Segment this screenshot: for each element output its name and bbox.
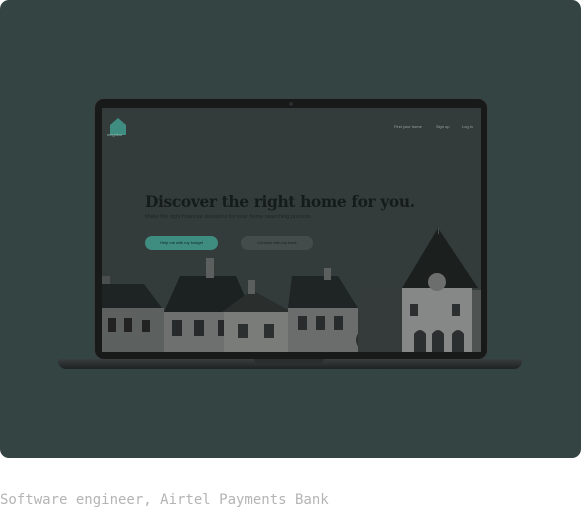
houses-illustration [102,228,481,352]
hero-subtitle: Make the right financial decisions for y… [145,214,312,220]
card-caption: Software engineer, Airtel Payments Bank [0,492,329,508]
nav-log-in[interactable]: Log in [462,124,473,129]
laptop-screen: neighbor Find your home Sign up Log in D… [102,108,481,352]
hero-title: Discover the right home for you. [145,192,415,211]
laptop-notch [254,359,324,363]
logo-text: neighbor [107,132,123,137]
nav-find-your-home[interactable]: Find your home [394,124,422,129]
project-card[interactable]: neighbor Find your home Sign up Log in D… [0,0,581,458]
nav-sign-up[interactable]: Sign up [436,124,450,129]
camera-icon [289,102,293,106]
